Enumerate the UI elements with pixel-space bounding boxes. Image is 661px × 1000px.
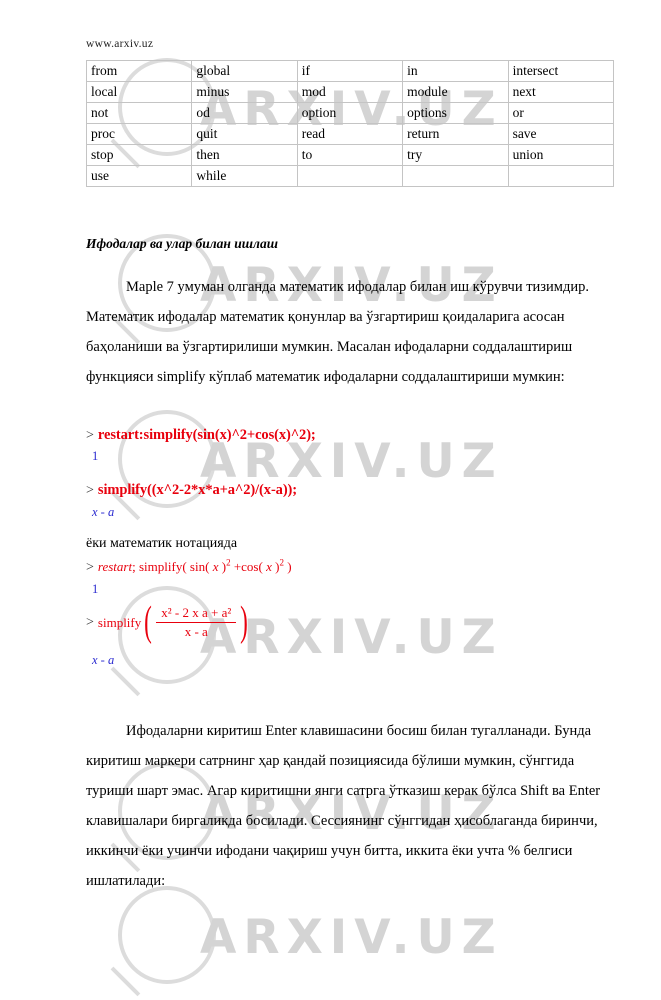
maple-prompt: > [86,560,94,575]
table-cell: or [507,102,615,124]
maple-prompt: > [86,483,94,498]
maple-cos-fn: cos [241,559,259,574]
table-cell: while [191,165,298,187]
open-paren-glyph: ( [144,598,153,645]
fraction: x² - 2 x a + a² x - a [156,605,237,640]
table-row: proc quit read return save [85,123,615,145]
table-cell: not [85,102,193,124]
table-cell: global [191,60,298,82]
table-cell: if [296,60,404,82]
maple-command-1-text: restart:simplify(sin(x)^2+cos(x)^2); [97,427,316,443]
maple-exponent: 2 [279,557,284,568]
table-cell: stop [85,144,193,166]
document-page: www.arxiv.uz from global if in intersect loca… [0,0,661,935]
maple-sin-fn: sin [189,559,206,574]
maple-command-3-math: restart; simplify( sin( x )2 +cos( x )2 … [97,557,292,574]
notation-line: ёки математик нотацияда [86,536,238,551]
table-row: not od option options or [85,102,615,124]
maple-command-2-text: simplify((x^2-2*x*a+a^2)/(x-a)); [97,482,298,498]
table-cell [507,165,615,187]
table-cell: mod [296,81,404,103]
maple-result-3: 1 [92,582,99,596]
maple-exponent: 2 [226,557,231,568]
table-cell: save [507,123,615,145]
maple-command-line-1: > restart:simplify(sin(x)^2+cos(x)^2); [86,426,316,444]
table-row: local minus mod module next [85,81,615,103]
fraction-numerator: x² - 2 x a + a² [161,605,232,620]
maple-separator: ; [132,559,136,574]
table-cell: from [85,60,193,82]
outro-paragraph: Ифодаларни киритиш Enter клавишасини бос… [86,716,619,896]
table-cell: option [296,102,404,124]
table-cell: options [402,102,509,124]
fraction-denominator: x - a [184,624,208,639]
maple-simplify-fn: simplify [97,614,142,630]
table-row: from global if in intersect [85,60,615,82]
maple-result-4: x - a [92,653,115,667]
maple-variable: x [266,559,272,574]
maple-simplify-fn: simplify [138,559,183,574]
table-cell: od [191,102,298,124]
maple-command-line-4: > simplify( x² - 2 x a + a² x - a) [86,598,251,645]
site-url: www.arxiv.uz [86,38,154,50]
table-cell: read [296,123,404,145]
table-cell: quit [191,123,298,145]
close-paren-glyph: ) [240,598,249,645]
maple-restart-keyword: restart [97,559,133,574]
outro-paragraph-text: Ифодаларни киритиш Enter клавишасини бос… [86,723,601,889]
maple-result-2: x - a [92,505,115,519]
table-cell: to [296,144,404,166]
maple-command-line-2: > simplify((x^2-2*x*a+a^2)/(x-a)); [86,481,297,499]
table-cell: then [191,144,298,166]
maple-prompt: > [86,615,94,631]
maple-prompt: > [86,428,94,443]
table-cell: union [507,144,615,166]
intro-paragraph-text: Maple 7 умуман олганда математик ифодала… [86,279,589,385]
table-cell: try [402,144,509,166]
maple-result-1: 1 [92,449,99,463]
section-heading: Ифодалар ва улар билан ишлаш [86,236,278,251]
keyword-table-body: from global if in intersect local minus mod modu… [85,60,615,187]
table-cell [296,165,404,187]
table-cell: next [507,81,615,103]
table-cell [402,165,509,187]
table-cell: intersect [507,60,615,82]
intro-paragraph: Maple 7 умуман олганда математик ифодала… [86,272,619,392]
maple-variable: x [212,559,219,574]
table-cell: local [85,81,193,103]
table-cell: module [402,81,509,103]
keyword-table: from global if in intersect local minus mod modu… [85,60,615,187]
maple-command-4-math: simplify( x² - 2 x a + a² x - a) [97,598,251,645]
maple-command-line-3: > restart; simplify( sin( x )2 +cos( x )2… [86,558,292,576]
table-cell: proc [85,123,193,145]
table-cell: return [402,123,509,145]
table-cell: use [85,165,193,187]
table-cell: minus [191,81,298,103]
table-row: use while [85,165,615,187]
table-row: stop then to try union [85,144,615,166]
table-cell: in [402,60,509,82]
magnifier-handle-icon [110,966,141,997]
